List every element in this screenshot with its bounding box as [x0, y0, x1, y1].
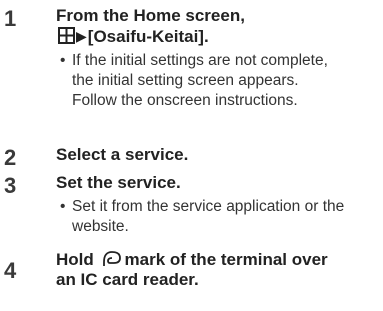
- step-number: 4: [4, 258, 17, 283]
- step-title: Select a service.: [56, 145, 379, 165]
- step-title-line: an IC card reader.: [56, 270, 199, 289]
- menu-path-text: [Osaifu-Keitai].: [87, 27, 209, 46]
- step-number: 3: [4, 173, 17, 198]
- step-number: 1: [4, 6, 17, 31]
- step-title: Set the service.: [56, 173, 379, 193]
- instruction-steps: 1 From the Home screen, ▶[Osaifu-Keitai]…: [0, 0, 383, 311]
- note-line: Follow the onscreen instructions.: [72, 92, 298, 109]
- step-title-line: Select a service.: [56, 145, 189, 164]
- note-line: website.: [72, 218, 129, 235]
- arrow-right-icon: ▶: [76, 28, 87, 44]
- step-number: 2: [4, 145, 17, 170]
- note-line: Set it from the service application or t…: [72, 198, 345, 215]
- step-title-line: ▶[Osaifu-Keitai].: [56, 26, 379, 47]
- title-text: Hold: [56, 250, 94, 269]
- grid-menu-icon: [58, 27, 75, 44]
- step-title-line: Hold mark of the terminal over: [56, 250, 379, 270]
- note-line: If the initial settings are not complete…: [72, 52, 328, 69]
- step-title-line: Set the service.: [56, 173, 181, 192]
- step-note: • Set it from the service application or…: [56, 197, 381, 237]
- step-note: • If the initial settings are not comple…: [56, 51, 381, 111]
- felica-mark-icon: [102, 251, 121, 266]
- note-line: the initial setting screen appears.: [72, 72, 299, 89]
- title-text: mark of the terminal over: [124, 250, 328, 269]
- bullet: •: [60, 52, 66, 69]
- step-title: Hold mark of the terminal over an IC car…: [56, 250, 379, 290]
- step-title-line: From the Home screen,: [56, 6, 245, 25]
- bullet: •: [60, 198, 66, 215]
- step-title: From the Home screen, ▶[Osaifu-Keitai].: [56, 6, 379, 47]
